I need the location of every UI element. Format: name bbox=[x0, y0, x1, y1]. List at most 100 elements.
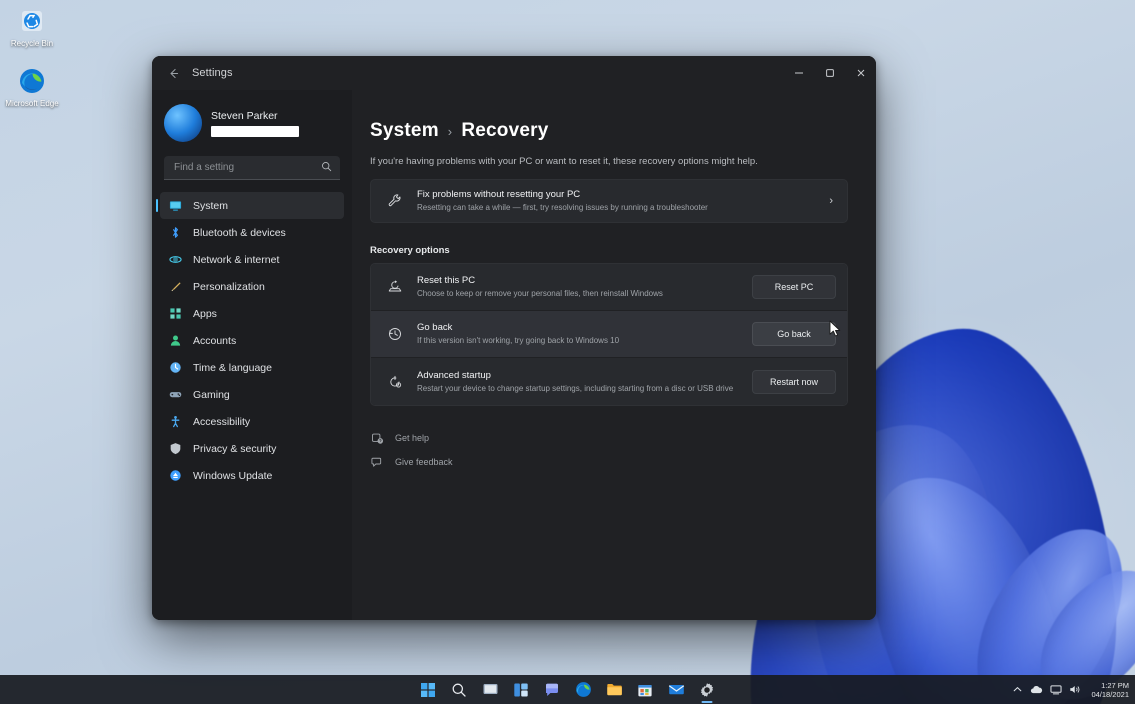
wrench-icon bbox=[385, 193, 405, 209]
bluetooth-icon bbox=[168, 226, 182, 240]
restart-now-button[interactable]: Restart now bbox=[752, 370, 836, 394]
sidebar-item-accessibility[interactable]: Accessibility bbox=[160, 408, 344, 435]
card-subtitle: Resetting can take a while — first, try … bbox=[417, 202, 819, 214]
minimize-button[interactable] bbox=[783, 56, 814, 90]
page-description: If you're having problems with your PC o… bbox=[370, 156, 848, 167]
taskbar-edge-button[interactable] bbox=[572, 678, 595, 701]
network-tray-icon[interactable] bbox=[1050, 684, 1062, 695]
taskbar-widgets-button[interactable] bbox=[510, 678, 533, 701]
search-icon bbox=[321, 161, 332, 175]
volume-icon[interactable] bbox=[1069, 684, 1081, 695]
breadcrumb-parent[interactable]: System bbox=[370, 120, 439, 142]
sidebar-item-system[interactable]: System bbox=[160, 192, 344, 219]
taskbar-clock[interactable]: 1:27 PM 04/18/2021 bbox=[1088, 681, 1129, 699]
recovery-option-go-back[interactable]: Go back If this version isn't working, t… bbox=[371, 311, 847, 358]
edge-icon bbox=[575, 681, 592, 698]
onedrive-icon[interactable] bbox=[1030, 684, 1043, 695]
back-arrow-icon bbox=[167, 67, 180, 80]
gear-icon bbox=[699, 682, 715, 698]
reset-pc-button[interactable]: Reset PC bbox=[752, 275, 836, 299]
sidebar-item-windows-update[interactable]: Windows Update bbox=[160, 462, 344, 489]
taskbar-file-explorer-button[interactable] bbox=[603, 678, 626, 701]
sidebar-item-gaming[interactable]: Gaming bbox=[160, 381, 344, 408]
taskbar-start-button[interactable] bbox=[417, 678, 440, 701]
user-profile[interactable]: Steven Parker bbox=[160, 90, 344, 154]
widgets-icon bbox=[513, 682, 529, 698]
windows-start-icon bbox=[420, 682, 436, 698]
privacy-security-icon bbox=[168, 442, 182, 456]
edge-icon bbox=[17, 66, 47, 96]
back-button[interactable] bbox=[158, 60, 188, 86]
sidebar-item-label: Network & internet bbox=[193, 254, 279, 266]
sidebar-item-privacy-security[interactable]: Privacy & security bbox=[160, 435, 344, 462]
link-label: Give feedback bbox=[395, 457, 453, 467]
clock-date: 04/18/2021 bbox=[1091, 690, 1129, 699]
recycle-bin-icon bbox=[17, 6, 47, 36]
page-title: Recovery bbox=[461, 120, 548, 142]
sidebar-item-bluetooth-devices[interactable]: Bluetooth & devices bbox=[160, 219, 344, 246]
personalization-icon bbox=[168, 280, 182, 294]
settings-sidebar: Steven Parker bbox=[152, 90, 352, 620]
sidebar-item-personalization[interactable]: Personalization bbox=[160, 273, 344, 300]
window-titlebar[interactable]: Settings bbox=[152, 56, 876, 90]
close-button[interactable] bbox=[845, 56, 876, 90]
desktop[interactable]: Recycle Bin Microsoft Edge Settings bbox=[0, 0, 1135, 704]
maximize-icon bbox=[825, 68, 835, 78]
sidebar-item-apps[interactable]: Apps bbox=[160, 300, 344, 327]
taskbar-task-view-button[interactable] bbox=[479, 678, 502, 701]
get-help-link[interactable]: Get help bbox=[370, 428, 848, 448]
maximize-button[interactable] bbox=[814, 56, 845, 90]
recovery-options-group: Reset this PC Choose to keep or remove y… bbox=[370, 263, 848, 406]
sidebar-item-label: Accessibility bbox=[193, 416, 250, 428]
option-subtitle: Choose to keep or remove your personal f… bbox=[417, 288, 752, 300]
taskbar-store-button[interactable] bbox=[634, 678, 657, 701]
option-title: Advanced startup bbox=[417, 369, 752, 382]
system-icon bbox=[168, 199, 182, 213]
help-links: Get help Give feedback bbox=[370, 428, 848, 472]
section-label-recovery-options: Recovery options bbox=[370, 245, 848, 256]
advanced-startup-icon bbox=[385, 374, 405, 390]
chat-teams-icon bbox=[544, 682, 560, 698]
go-back-button[interactable]: Go back bbox=[752, 322, 836, 346]
settings-window: Settings bbox=[152, 56, 876, 620]
breadcrumb: System › Recovery bbox=[370, 120, 848, 142]
option-title: Reset this PC bbox=[417, 274, 752, 287]
search-input[interactable] bbox=[172, 161, 315, 174]
option-title: Go back bbox=[417, 321, 752, 334]
sidebar-item-label: Privacy & security bbox=[193, 443, 276, 455]
chevron-up-icon[interactable] bbox=[1012, 684, 1023, 695]
mail-icon bbox=[668, 681, 685, 698]
sidebar-item-label: Apps bbox=[193, 308, 217, 320]
clock-time: 1:27 PM bbox=[1091, 681, 1129, 690]
link-label: Get help bbox=[395, 433, 429, 443]
close-icon bbox=[856, 68, 866, 78]
sidebar-item-network-internet[interactable]: Network & internet bbox=[160, 246, 344, 273]
taskbar-settings-button[interactable] bbox=[696, 678, 719, 701]
gaming-icon bbox=[168, 388, 182, 402]
card-title: Fix problems without resetting your PC bbox=[417, 188, 819, 201]
taskbar-mail-button[interactable] bbox=[665, 678, 688, 701]
desktop-icon-recycle-bin[interactable]: Recycle Bin bbox=[0, 6, 64, 48]
sidebar-item-time-language[interactable]: Time & language bbox=[160, 354, 344, 381]
desktop-icon-microsoft-edge[interactable]: Microsoft Edge bbox=[0, 66, 64, 108]
option-subtitle: Restart your device to change startup se… bbox=[417, 383, 752, 395]
recovery-option-reset-this-pc[interactable]: Reset this PC Choose to keep or remove y… bbox=[371, 264, 847, 311]
accounts-icon bbox=[168, 334, 182, 348]
troubleshoot-card[interactable]: Fix problems without resetting your PC R… bbox=[370, 179, 848, 223]
sidebar-item-accounts[interactable]: Accounts bbox=[160, 327, 344, 354]
recovery-option-advanced-startup[interactable]: Advanced startup Restart your device to … bbox=[371, 358, 847, 405]
desktop-icon-label: Recycle Bin bbox=[0, 39, 64, 48]
taskbar-center-group bbox=[417, 675, 719, 704]
apps-icon bbox=[168, 307, 182, 321]
get-help-icon bbox=[370, 432, 384, 445]
sidebar-item-label: Accounts bbox=[193, 335, 236, 347]
sidebar-item-label: System bbox=[193, 200, 228, 212]
sidebar-item-label: Gaming bbox=[193, 389, 230, 401]
option-subtitle: If this version isn't working, try going… bbox=[417, 335, 752, 347]
search-box[interactable] bbox=[164, 156, 340, 180]
give-feedback-icon bbox=[370, 456, 384, 469]
taskbar-chat-button[interactable] bbox=[541, 678, 564, 701]
taskbar-search-button[interactable] bbox=[448, 678, 471, 701]
go-back-icon bbox=[385, 326, 405, 342]
give-feedback-link[interactable]: Give feedback bbox=[370, 452, 848, 472]
